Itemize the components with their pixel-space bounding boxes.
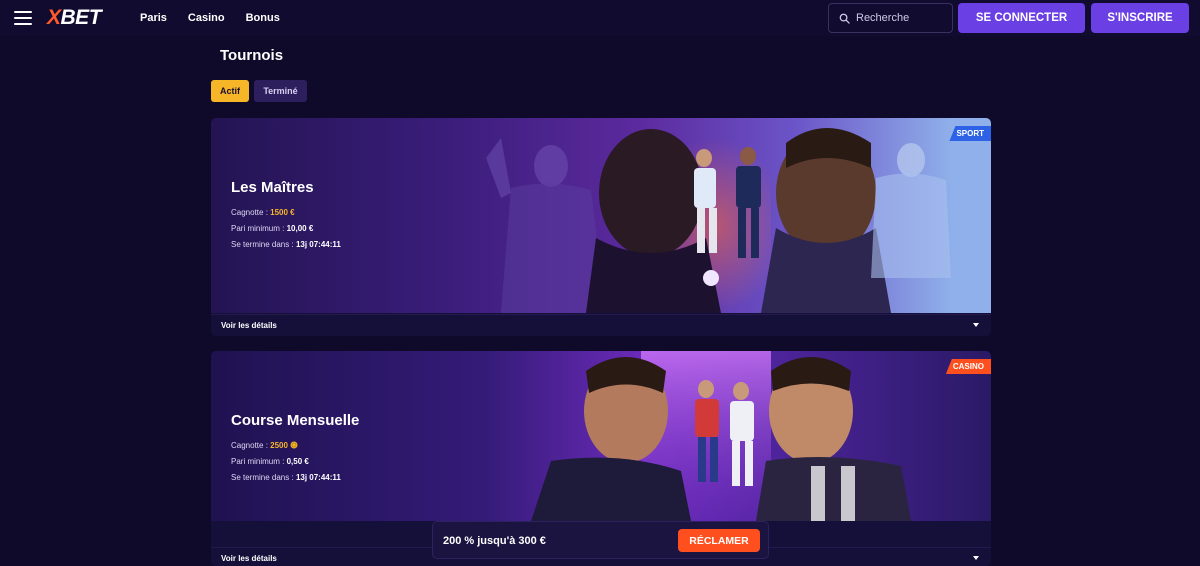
prize-label: Cagnotte : [231,208,268,217]
details-label: Voir les détails [221,554,277,563]
promo-bar: 200 % jusqu'à 300 € RÉCLAMER [432,521,769,559]
ends-value: 13j 07:44:11 [295,240,341,249]
min-bet-info: Pari minimum : 10,00 € [231,224,313,233]
ends-info: Se termine dans : 13j 07:44:11 [231,240,341,249]
hamburger-menu-icon[interactable] [14,11,32,25]
category-badge-casino: CASINO [945,359,991,374]
main-nav: Paris Casino Bonus [140,0,301,36]
nav-item-casino[interactable]: Casino [188,12,225,24]
tournament-title: Course Mensuelle [231,412,360,429]
promo-text: 200 % jusqu'à 300 € [443,535,546,547]
coin-icon [290,441,298,449]
chevron-down-icon [973,556,979,560]
search-icon [839,13,850,24]
min-bet-label: Pari minimum : [231,224,285,233]
min-bet-value: 0,50 € [286,457,309,466]
details-label: Voir les détails [221,321,277,330]
min-bet-info: Pari minimum : 0,50 € [231,457,309,466]
prize-info: Cagnotte : 1500 € [231,208,295,217]
min-bet-value: 10,00 € [286,224,314,233]
tournament-banner [211,351,991,521]
prize-value: 1500 € [270,208,295,217]
top-header: XBET Paris Casino Bonus SE CONNECTER S'I… [0,0,1200,36]
ends-label: Se termine dans : [231,473,294,482]
chevron-down-icon [973,323,979,327]
nav-item-bonus[interactable]: Bonus [246,12,280,24]
banner-artwork [486,128,951,313]
tournament-title: Les Maîtres [231,179,314,196]
ends-label: Se termine dans : [231,240,294,249]
ends-value: 13j 07:44:11 [295,473,341,482]
tournament-banner [211,118,991,313]
page-title: Tournois [220,47,284,64]
min-bet-label: Pari minimum : [231,457,285,466]
tab-actif[interactable]: Actif [211,80,249,102]
brand-logo[interactable]: XBET [47,5,102,31]
tab-termine[interactable]: Terminé [254,80,307,102]
search-box[interactable] [828,3,953,33]
banner-artwork [531,351,911,521]
category-badge-sport: SPORT [949,126,991,141]
prize-label: Cagnotte : [231,441,268,450]
prize-value: 2500 [270,441,288,450]
ends-info: Se termine dans : 13j 07:44:11 [231,473,341,482]
claim-button[interactable]: RÉCLAMER [678,529,760,552]
prize-info: Cagnotte : 2500 [231,441,298,450]
login-button[interactable]: SE CONNECTER [958,3,1085,33]
logo-bet: BET [60,6,102,29]
logo-x: X [47,6,61,29]
search-input[interactable] [856,12,946,24]
signup-button[interactable]: S'INSCRIRE [1091,3,1189,33]
details-toggle[interactable]: Voir les détails [211,314,991,336]
nav-item-paris[interactable]: Paris [140,12,167,24]
tournament-card[interactable]: Les Maîtres Cagnotte : 1500 € Pari minim… [211,118,991,336]
